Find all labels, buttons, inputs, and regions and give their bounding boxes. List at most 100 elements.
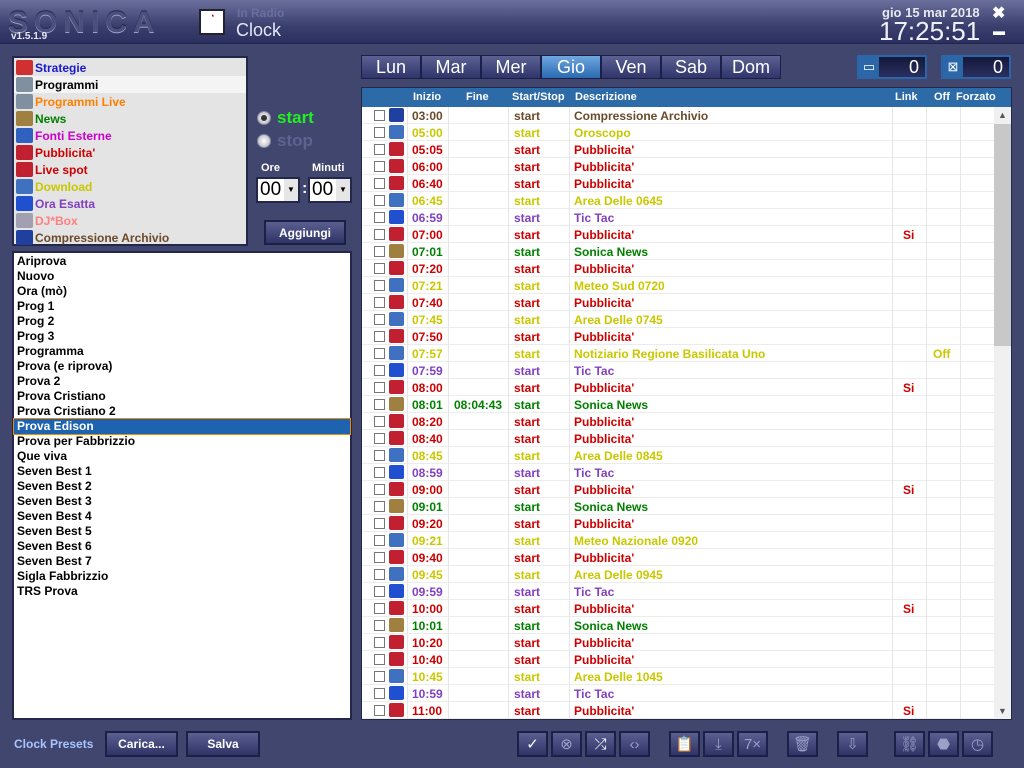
col-inizio[interactable]: Inizio (413, 91, 441, 103)
program-item[interactable]: Prog 1 (14, 299, 350, 314)
table-row[interactable]: 09:59 start Tic Tac (362, 583, 1011, 600)
alarm-button[interactable]: ◷ (962, 731, 993, 757)
col-forzato[interactable]: Forzato (956, 91, 996, 103)
row-checkbox[interactable] (374, 654, 385, 665)
row-checkbox[interactable] (374, 263, 385, 274)
row-checkbox[interactable] (374, 127, 385, 138)
table-row[interactable]: 06:00 start Pubblicita' (362, 158, 1011, 175)
row-checkbox[interactable] (374, 331, 385, 342)
link-button[interactable]: ⛓ (894, 731, 925, 757)
row-checkbox[interactable] (374, 535, 385, 546)
table-row[interactable]: 08:59 start Tic Tac (362, 464, 1011, 481)
tab-ven[interactable]: Ven (601, 55, 661, 79)
program-item[interactable]: Prova (e riprova) (14, 359, 350, 374)
table-row[interactable]: 09:01 start Sonica News (362, 498, 1011, 515)
table-row[interactable]: 07:00 start Pubblicita' Si (362, 226, 1011, 243)
row-checkbox[interactable] (374, 178, 385, 189)
program-item[interactable]: Prova 2 (14, 374, 350, 389)
category-item[interactable]: DJ*Box (14, 212, 246, 229)
hours-select[interactable]: 00 ▼ (256, 177, 300, 203)
table-row[interactable]: 08:00 start Pubblicita' Si (362, 379, 1011, 396)
row-checkbox[interactable] (374, 603, 385, 614)
row-checkbox[interactable] (374, 314, 385, 325)
program-item[interactable]: TRS Prova (14, 584, 350, 599)
paste-button[interactable]: 📋 (669, 731, 700, 757)
table-row[interactable]: 03:00 start Compressione Archivio (362, 107, 1011, 124)
close-button[interactable]: ✖ (992, 3, 1005, 23)
table-row[interactable]: 07:01 start Sonica News (362, 243, 1011, 260)
tab-dom[interactable]: Dom (721, 55, 781, 79)
category-item[interactable]: Pubblicita' (14, 144, 246, 161)
col-off[interactable]: Off (934, 91, 950, 103)
row-checkbox[interactable] (374, 450, 385, 461)
table-row[interactable]: 06:45 start Area Delle 0645 (362, 192, 1011, 209)
table-row[interactable]: 05:05 start Pubblicita' (362, 141, 1011, 158)
vertical-scrollbar[interactable]: ▲ ▼ (994, 107, 1011, 719)
expand-button[interactable]: ‹› (619, 731, 650, 757)
program-item[interactable]: Prova Cristiano (14, 389, 350, 404)
program-item[interactable]: Prova per Fabbrizzio (14, 434, 350, 449)
row-checkbox[interactable] (374, 671, 385, 682)
program-item[interactable]: Ariprova (14, 254, 350, 269)
col-link[interactable]: Link (895, 91, 918, 103)
row-checkbox[interactable] (374, 569, 385, 580)
table-row[interactable]: 08:45 start Area Delle 0845 (362, 447, 1011, 464)
table-row[interactable]: 09:45 start Area Delle 0945 (362, 566, 1011, 583)
table-row[interactable]: 10:59 start Tic Tac (362, 685, 1011, 702)
scroll-thumb[interactable] (994, 124, 1011, 346)
category-item[interactable]: Live spot (14, 161, 246, 178)
tab-sab[interactable]: Sab (661, 55, 721, 79)
table-row[interactable]: 07:40 start Pubblicita' (362, 294, 1011, 311)
table-row[interactable]: 07:59 start Tic Tac (362, 362, 1011, 379)
table-row[interactable]: 10:20 start Pubblicita' (362, 634, 1011, 651)
save-preset-button[interactable]: Salva (186, 731, 260, 757)
program-item[interactable]: Ora (mò) (14, 284, 350, 299)
table-row[interactable]: 07:21 start Meteo Sud 0720 (362, 277, 1011, 294)
tab-mar[interactable]: Mar (421, 55, 481, 79)
col-start-stop[interactable]: Start/Stop (512, 91, 565, 103)
table-row[interactable]: 10:00 start Pubblicita' Si (362, 600, 1011, 617)
row-checkbox[interactable] (374, 501, 385, 512)
uncheck-all-button[interactable]: ⊗ (551, 731, 582, 757)
start-radio[interactable]: start (257, 108, 314, 128)
row-checkbox[interactable] (374, 620, 385, 631)
table-row[interactable]: 08:40 start Pubblicita' (362, 430, 1011, 447)
category-item[interactable]: Download (14, 178, 246, 195)
program-item[interactable]: Que viva (14, 449, 350, 464)
program-item[interactable]: Programma (14, 344, 350, 359)
row-checkbox[interactable] (374, 144, 385, 155)
program-item[interactable]: Prog 2 (14, 314, 350, 329)
row-checkbox[interactable] (374, 518, 385, 529)
table-row[interactable]: 09:00 start Pubblicita' Si (362, 481, 1011, 498)
row-checkbox[interactable] (374, 365, 385, 376)
export-button[interactable]: ⇩ (837, 731, 868, 757)
row-checkbox[interactable] (374, 297, 385, 308)
row-checkbox[interactable] (374, 705, 385, 716)
table-row[interactable]: 09:21 start Meteo Nazionale 0920 (362, 532, 1011, 549)
minutes-select[interactable]: 00 ▼ (308, 177, 352, 203)
category-item[interactable]: Programmi (14, 76, 246, 93)
category-item[interactable]: News (14, 110, 246, 127)
table-row[interactable]: 09:40 start Pubblicita' (362, 549, 1011, 566)
table-row[interactable]: 10:01 start Sonica News (362, 617, 1011, 634)
row-checkbox[interactable] (374, 637, 385, 648)
shuffle-button[interactable]: ⤮ (585, 731, 616, 757)
row-checkbox[interactable] (374, 382, 385, 393)
import-button[interactable]: ⤓ (703, 731, 734, 757)
row-checkbox[interactable] (374, 586, 385, 597)
row-checkbox[interactable] (374, 467, 385, 478)
program-list[interactable]: Ariprova Nuovo Ora (mò) Prog 1 Prog 2 Prog 3P… (12, 251, 352, 720)
row-checkbox[interactable] (374, 552, 385, 563)
table-row[interactable]: 07:20 start Pubblicita' (362, 260, 1011, 277)
category-item[interactable]: Fonti Esterne (14, 127, 246, 144)
row-checkbox[interactable] (374, 348, 385, 359)
table-row[interactable]: 08:20 start Pubblicita' (362, 413, 1011, 430)
stop-button[interactable]: ⬣ (928, 731, 959, 757)
category-item[interactable]: Ora Esatta (14, 195, 246, 212)
program-item[interactable]: Prova Cristiano 2 (14, 404, 350, 419)
category-item[interactable]: Strategie (14, 59, 246, 76)
tab-gio[interactable]: Gio (541, 55, 601, 79)
row-checkbox[interactable] (374, 688, 385, 699)
row-checkbox[interactable] (374, 246, 385, 257)
program-item[interactable]: Seven Best 1 (14, 464, 350, 479)
